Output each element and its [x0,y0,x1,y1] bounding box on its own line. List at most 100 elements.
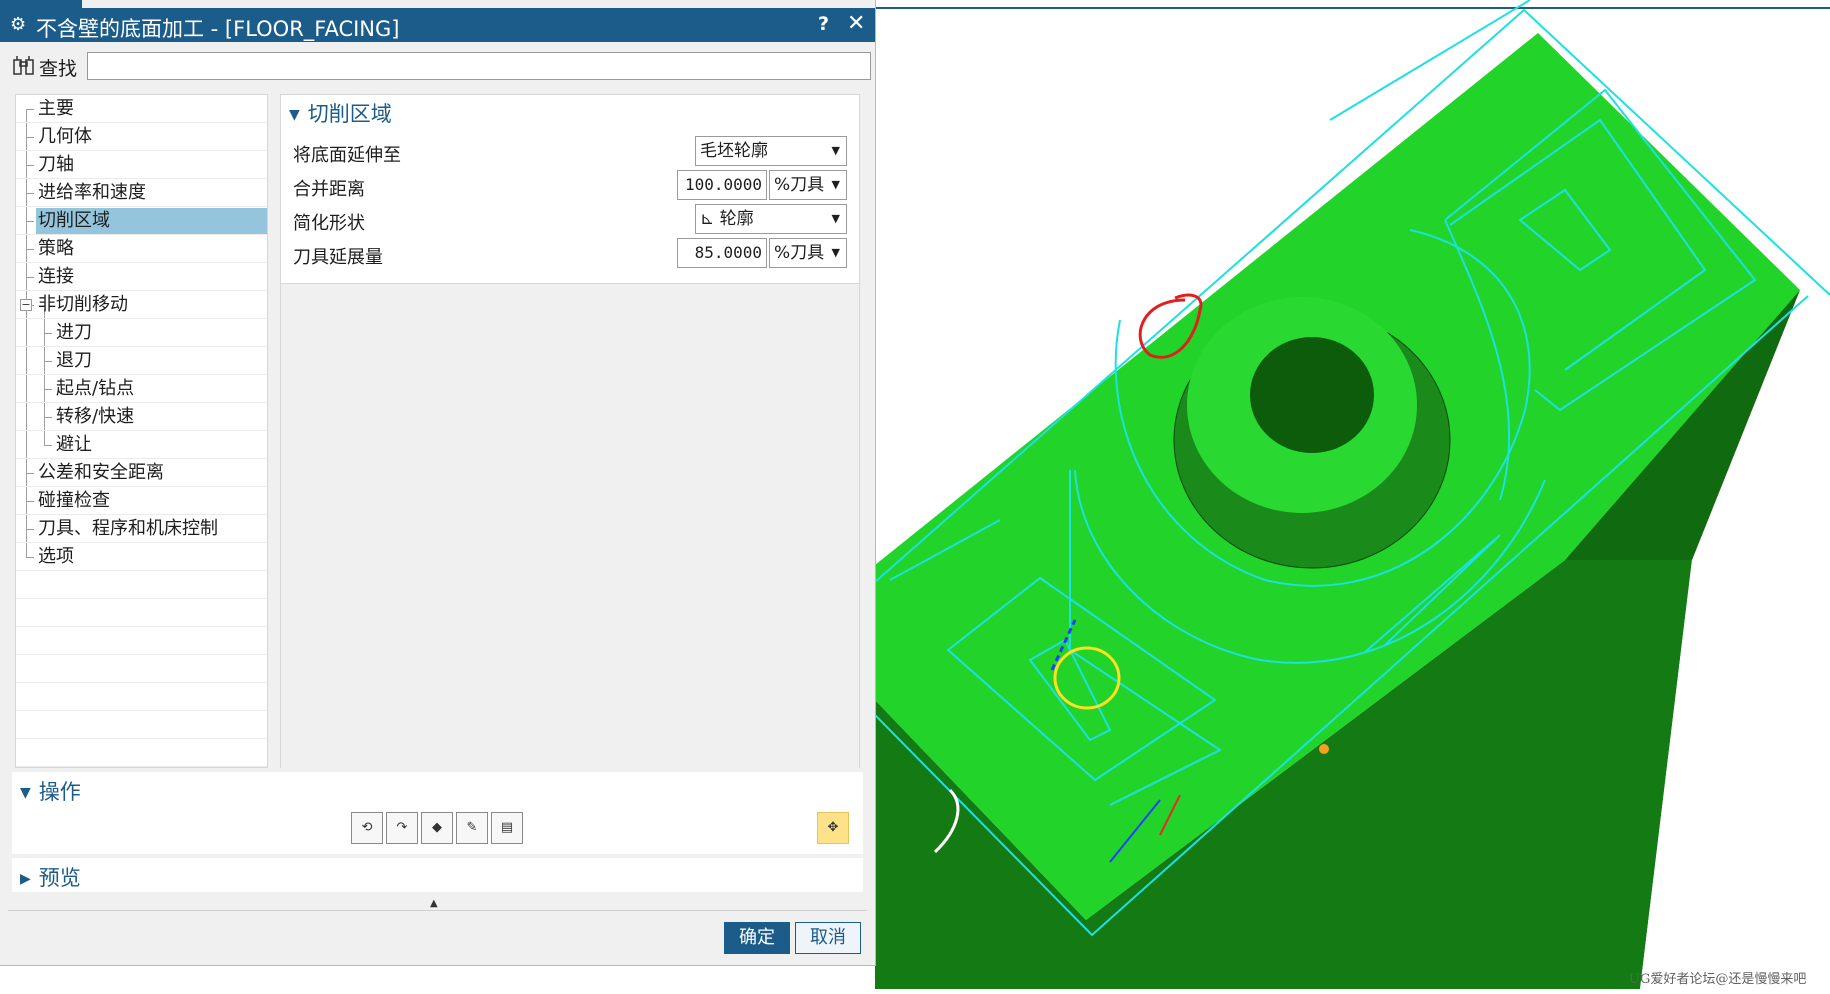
tree-item[interactable]: 主要 [16,95,267,123]
boss-hole [1250,337,1374,453]
binoculars-icon [13,56,34,75]
navigation-tree: 主要 几何体 刀轴 进给率和速度 切削区域 策略 连接 − 非切削移动 进刀 退刀 起点/钻点 转移/快… [15,94,268,768]
empty-tree-row [16,739,267,767]
tree-item-label: 刀具、程序和机床控制 [38,518,218,539]
tree-item[interactable]: 进给率和速度 [16,179,267,207]
list-icon: ✎ [466,820,478,835]
tree-item[interactable]: 公差和安全距离 [16,459,267,487]
chevron-down-icon: ▼ [831,246,840,259]
extend-floor-select[interactable]: 毛坯轮廓 ▼ [695,136,847,166]
gear-icon[interactable]: ⚙ [10,14,26,35]
collapse-up-icon[interactable]: ▲ [430,898,438,909]
tree-tick [26,501,34,502]
tree-tick [44,389,52,390]
tree-item[interactable]: 进刀 [16,319,267,347]
verify-icon: ◆ [432,820,442,835]
tree-tick [26,529,34,530]
floor-facing-dialog: ⚙ 不含壁的底面加工 - [FLOOR_FACING] ? ✕ 查找 主要 几何体… [0,0,876,966]
cut-region-header[interactable]: ▼ 切削区域 [289,98,392,128]
find-input[interactable] [87,52,871,80]
empty-tree-row [16,711,267,739]
list-button[interactable]: ✎ [456,812,488,844]
tree-item-label: 进给率和速度 [38,182,146,203]
cut-region-group: ▼ 切削区域 将底面延伸至 毛坯轮廓 ▼ 合并距离 100.0000 %刀具 ▼ … [281,95,859,283]
title-bar[interactable]: ⚙ 不含壁的底面加工 - [FLOOR_FACING] ? ✕ [0,8,875,42]
tree-item-label: 刀轴 [38,154,74,175]
tree-item[interactable]: 转移/快速 [16,403,267,431]
group-empty-area [281,283,859,768]
tree-item-label: 策略 [38,238,74,259]
merge-distance-unit-select[interactable]: %刀具 ▼ [769,170,847,200]
verify-button[interactable]: ◆ [421,812,453,844]
tool-extension-unit-select[interactable]: %刀具 ▼ [769,238,847,268]
tree-tick [44,361,52,362]
empty-tree-row [16,571,267,599]
close-icon[interactable]: ✕ [847,11,865,36]
tree-tick [26,473,34,474]
collapse-node-icon[interactable]: − [20,299,32,311]
tree-item-label: 非切削移动 [38,294,128,315]
tree-item[interactable]: 起点/钻点 [16,375,267,403]
tree-item-label: 主要 [38,98,74,119]
empty-tree-row [16,599,267,627]
tree-tick [26,165,34,166]
empty-tree-row [16,627,267,655]
tree-item[interactable]: 选项 [16,543,267,571]
tree-item-label: 几何体 [38,126,92,147]
tree-item-label: 公差和安全距离 [38,462,164,483]
tree-tick [26,193,34,194]
tree-item-label: 退刀 [56,350,92,371]
chevron-down-icon: ▼ [831,178,840,191]
tool-extension-input[interactable]: 85.0000 [677,238,767,268]
tree-tick [44,417,52,418]
merge-distance-input[interactable]: 100.0000 [677,170,767,200]
tree-item-label: 连接 [38,266,74,287]
collapse-triangle-icon: ▼ [289,107,300,123]
tree-item[interactable]: 避让 [16,431,267,459]
contour-shape-icon: ⊾ [700,209,720,229]
customize-icon: ✥ [827,820,839,835]
tree-item-label: 碰撞检查 [38,490,110,511]
graphics-viewport[interactable] [874,0,1830,989]
tree-tick [44,445,52,446]
ok-button[interactable]: 确定 [724,922,790,954]
generate-button[interactable]: ⟲ [351,812,383,844]
tree-item[interactable]: − 非切削移动 [16,291,267,319]
output-button[interactable]: ▤ [491,812,523,844]
extend-floor-label: 将底面延伸至 [293,145,401,166]
tree-item[interactable]: 切削区域 [16,207,267,235]
tree-item-label: 选项 [38,546,74,567]
empty-tree-row [16,655,267,683]
tree-item[interactable]: 碰撞检查 [16,487,267,515]
tree-item-label: 起点/钻点 [56,378,135,399]
cancel-button[interactable]: 取消 [795,922,861,954]
dialog-title: 不含壁的底面加工 - [FLOOR_FACING] [36,17,400,41]
tree-item[interactable]: 连接 [16,263,267,291]
tool-extension-label: 刀具延展量 [293,247,383,268]
tree-item-label: 避让 [56,434,92,455]
group-panel: ▼ 切削区域 将底面延伸至 毛坯轮廓 ▼ 合并距离 100.0000 %刀具 ▼ … [280,94,860,768]
chevron-down-icon: ▼ [831,212,840,225]
tree-item[interactable]: 几何体 [16,123,267,151]
tree-item[interactable]: 退刀 [16,347,267,375]
output-icon: ▤ [500,820,514,835]
tree-item[interactable]: 刀轴 [16,151,267,179]
footer-divider [8,910,867,911]
preview-header[interactable]: ▶ 预览 [20,862,81,892]
simplify-shape-select[interactable]: ⊾ 轮廓 ▼ [695,204,847,234]
merge-distance-label: 合并距离 [293,179,365,200]
tree-tick [26,109,34,110]
point-marker [1319,744,1329,754]
tree-item[interactable]: 刀具、程序和机床控制 [16,515,267,543]
customize-button[interactable]: ✥ [817,812,849,844]
tree-tick [26,137,34,138]
generate-icon: ⟲ [361,820,373,835]
empty-tree-row [16,683,267,711]
actions-header[interactable]: ▼ 操作 [20,776,81,806]
replay-button[interactable]: ↷ [386,812,418,844]
tree-item[interactable]: 策略 [16,235,267,263]
tree-item-label: 切削区域 [38,210,110,231]
help-icon[interactable]: ? [818,13,829,35]
chevron-down-icon: ▼ [831,144,840,157]
simplify-shape-label: 简化形状 [293,213,365,234]
